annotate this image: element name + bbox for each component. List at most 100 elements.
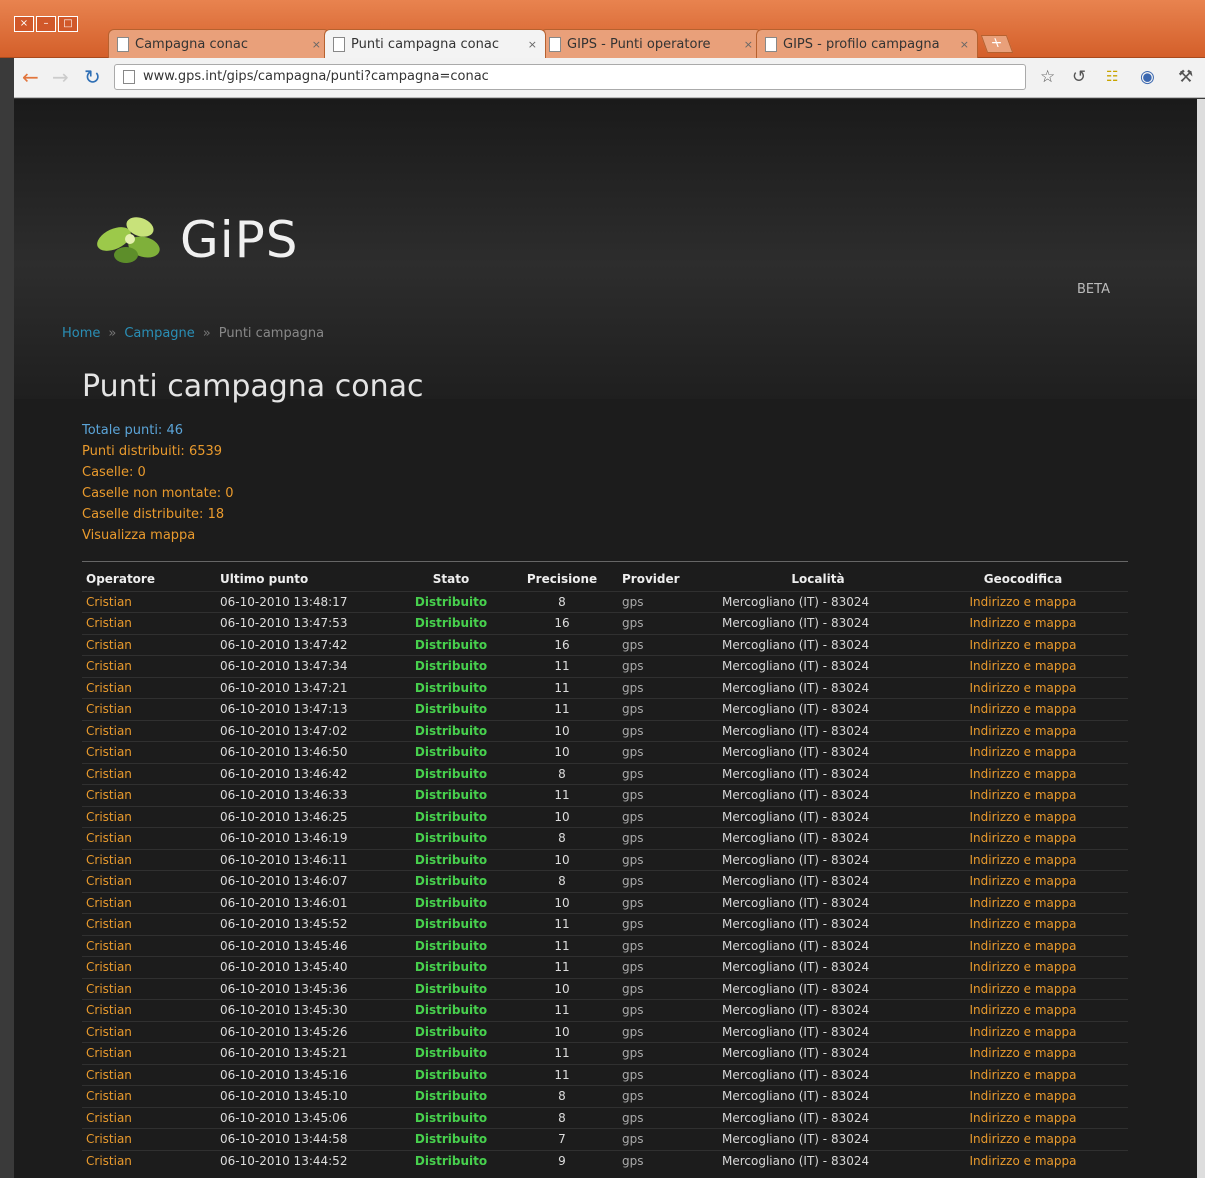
status-label: Distribuito [396,741,506,763]
star-icon[interactable]: ☆ [1040,67,1055,87]
status-label: Distribuito [396,870,506,892]
window-maximize-button[interactable]: □ [58,16,78,32]
geocode-link[interactable]: Indirizzo e mappa [918,848,1128,871]
geocode-link[interactable]: Indirizzo e mappa [918,612,1128,634]
wrench-icon[interactable]: ⚒ [1178,67,1193,87]
operator-link[interactable]: Cristian [82,633,216,656]
close-icon[interactable]: × [312,38,321,51]
geocode-link[interactable]: Indirizzo e mappa [918,655,1128,677]
arrow-right-icon[interactable]: → [52,66,69,88]
geocode-link[interactable]: Indirizzo e mappa [918,934,1128,957]
view-map-link[interactable]: Visualizza mappa [82,525,234,546]
geocode-link[interactable]: Indirizzo e mappa [918,1063,1128,1086]
geocode-link[interactable]: Indirizzo e mappa [918,698,1128,720]
provider-value: gps [618,956,718,978]
geocode-link[interactable]: Indirizzo e mappa [918,1149,1128,1172]
operator-link[interactable]: Cristian [82,1149,216,1172]
geocode-link[interactable]: Indirizzo e mappa [918,913,1128,935]
operator-link[interactable]: Cristian [82,956,216,978]
status-label: Distribuito [396,1106,506,1129]
tab-gips-profilo[interactable]: GIPS - profilo campagna × [756,29,978,58]
browser-titlebar: × – □ Campagna conac × Punti campagna co… [0,0,1205,58]
operator-link[interactable]: Cristian [82,784,216,806]
geocode-link[interactable]: Indirizzo e mappa [918,1042,1128,1064]
window-close-button[interactable]: × [14,16,34,32]
operator-link[interactable]: Cristian [82,1042,216,1064]
geocode-link[interactable]: Indirizzo e mappa [918,784,1128,806]
table-header-row: Operatore Ultimo punto Stato Precisione … [82,567,1128,591]
geocode-link[interactable]: Indirizzo e mappa [918,762,1128,785]
operator-link[interactable]: Cristian [82,590,216,613]
stat-distributed-boxes[interactable]: Caselle distribuite: 18 [82,504,234,525]
tab-campagna-conac[interactable]: Campagna conac × [108,29,330,58]
geocode-link[interactable]: Indirizzo e mappa [918,870,1128,892]
window-minimize-button[interactable]: – [36,16,56,32]
page-icon [765,36,777,52]
geocode-link[interactable]: Indirizzo e mappa [918,719,1128,742]
sync-icon[interactable]: ↺ [1072,67,1086,87]
stat-boxes[interactable]: Caselle: 0 [82,462,234,483]
geocode-link[interactable]: Indirizzo e mappa [918,741,1128,763]
tab-gips-punti-operatore[interactable]: GIPS - Punti operatore × [540,29,762,58]
operator-link[interactable]: Cristian [82,848,216,871]
geocode-link[interactable]: Indirizzo e mappa [918,977,1128,1000]
scrollbar[interactable] [1197,99,1205,1178]
operator-link[interactable]: Cristian [82,913,216,935]
operator-link[interactable]: Cristian [82,1063,216,1086]
provider-value: gps [618,1020,718,1043]
close-icon[interactable]: × [960,38,969,51]
operator-link[interactable]: Cristian [82,1020,216,1043]
operator-link[interactable]: Cristian [82,805,216,828]
reload-icon[interactable]: ↻ [84,66,101,88]
timestamp: 06-10-2010 13:48:17 [216,590,396,613]
globe-icon[interactable]: ◉ [1140,67,1155,87]
geocode-link[interactable]: Indirizzo e mappa [918,956,1128,978]
clover-logo-icon [97,217,160,263]
operator-link[interactable]: Cristian [82,762,216,785]
geocode-link[interactable]: Indirizzo e mappa [918,1128,1128,1150]
precision-value: 11 [506,698,618,720]
operator-link[interactable]: Cristian [82,719,216,742]
operator-link[interactable]: Cristian [82,934,216,957]
geocode-link[interactable]: Indirizzo e mappa [918,1020,1128,1043]
extension-icon[interactable]: ☷ [1106,67,1119,87]
new-tab-button[interactable]: + [980,35,1014,53]
geocode-link[interactable]: Indirizzo e mappa [918,676,1128,699]
operator-link[interactable]: Cristian [82,1106,216,1129]
operator-link[interactable]: Cristian [82,655,216,677]
geocode-link[interactable]: Indirizzo e mappa [918,999,1128,1021]
operator-link[interactable]: Cristian [82,891,216,914]
operator-link[interactable]: Cristian [82,612,216,634]
close-icon[interactable]: × [528,38,537,51]
breadcrumb-home[interactable]: Home [62,326,100,341]
operator-link[interactable]: Cristian [82,741,216,763]
geocode-link[interactable]: Indirizzo e mappa [918,590,1128,613]
geocode-link[interactable]: Indirizzo e mappa [918,805,1128,828]
gips-logo[interactable]: GiPS [92,209,299,271]
close-icon[interactable]: × [744,38,753,51]
precision-value: 8 [506,870,618,892]
operator-link[interactable]: Cristian [82,698,216,720]
operator-link[interactable]: Cristian [82,1128,216,1150]
stat-distributed-points[interactable]: Punti distribuiti: 6539 [82,441,234,462]
arrow-left-icon[interactable]: ← [22,66,39,88]
geocode-link[interactable]: Indirizzo e mappa [918,1085,1128,1107]
geocode-link[interactable]: Indirizzo e mappa [918,891,1128,914]
table-row: Cristian 06-10-2010 13:47:21 Distribuito 11… [82,676,1128,699]
geocode-link[interactable]: Indirizzo e mappa [918,827,1128,849]
operator-link[interactable]: Cristian [82,827,216,849]
provider-value: gps [618,870,718,892]
address-bar[interactable]: www.gps.int/gips/campagna/punti?campagna… [114,64,1026,90]
operator-link[interactable]: Cristian [82,870,216,892]
breadcrumb-campaigns[interactable]: Campagne [124,326,194,341]
stat-unmounted-boxes[interactable]: Caselle non montate: 0 [82,483,234,504]
geocode-link[interactable]: Indirizzo e mappa [918,1106,1128,1129]
operator-link[interactable]: Cristian [82,1085,216,1107]
breadcrumb-separator: » [202,326,211,341]
table-row: Cristian 06-10-2010 13:48:17 Distribuito 8 g… [82,590,1128,613]
geocode-link[interactable]: Indirizzo e mappa [918,633,1128,656]
operator-link[interactable]: Cristian [82,676,216,699]
tab-punti-campagna[interactable]: Punti campagna conac × [324,29,546,58]
operator-link[interactable]: Cristian [82,977,216,1000]
operator-link[interactable]: Cristian [82,999,216,1021]
